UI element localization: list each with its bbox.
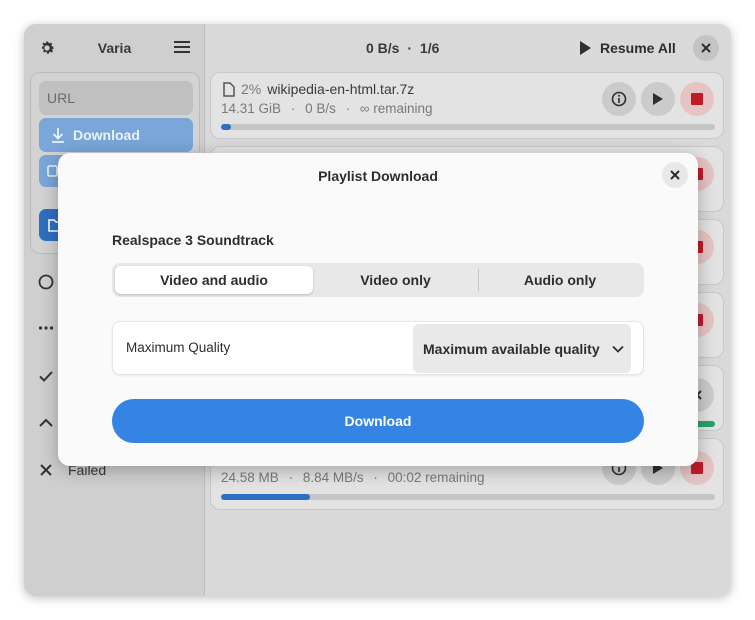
mode-video-and-audio[interactable]: Video and audio [115,266,313,294]
close-icon [40,464,52,476]
play-icon [580,41,591,55]
url-input[interactable]: URL [39,81,193,115]
speed-status: 0 B/s · 1/6 [366,40,440,56]
chevron-up-icon [39,418,53,427]
download-size: 14.31 GiB [221,101,282,116]
download-remaining: ∞ remaining [359,101,433,116]
file-icon [223,81,235,97]
download-meta: 24.58 MB · 8.84 MB/s · 00:02 remaining [221,470,485,485]
ellipsis-icon [38,326,54,330]
quality-label: Maximum Quality [126,340,231,355]
download-meta: 14.31 GiB · 0 B/s · ∞ remaining [221,101,433,116]
dialog-title: Playlist Download [318,168,438,184]
resume-all-label: Resume All [600,40,676,56]
checkmark-icon [39,371,53,382]
download-name-row: 2% wikipedia-en-html.tar.7z [223,81,414,97]
main-header: 0 B/s · 1/6 Resume All [206,24,731,70]
info-button[interactable] [602,82,636,116]
dialog-close-button[interactable] [662,162,688,188]
info-icon [611,91,627,107]
play-icon [653,93,663,105]
download-progress-fill [221,494,310,500]
window-close-button[interactable] [693,35,719,61]
download-filename: wikipedia-en-html.tar.7z [267,81,415,97]
dialog-download-button[interactable]: Download [112,399,644,443]
playlist-name: Realspace 3 Soundtrack [112,232,274,248]
quality-row: Maximum Quality Maximum available qualit… [112,321,644,375]
download-progress-fill [221,124,231,130]
download-item: 2% wikipedia-en-html.tar.7z 14.31 GiB · … [210,72,724,139]
download-icon [52,128,64,143]
download-remaining: 00:02 remaining [387,470,485,485]
resume-all-button[interactable]: Resume All [578,38,676,58]
playlist-download-dialog: Playlist Download Realspace 3 Soundtrack… [58,153,698,466]
download-count: 1/6 [419,40,440,56]
sidebar-header: Varia [24,24,205,70]
download-speed: 8.84 MB/s [302,470,364,485]
download-progress-bar [221,124,715,130]
close-icon [701,43,711,53]
close-icon [670,170,680,180]
chevron-down-icon [611,345,624,353]
stop-button[interactable] [680,82,714,116]
download-size: 24.58 MB [221,470,279,485]
play-button[interactable] [641,82,675,116]
circle-icon [38,274,54,290]
download-percent: 2% [241,81,262,97]
mode-toggle-group: Video and audio Video only Audio only [112,263,644,297]
sidebar-download-button[interactable]: Download [39,118,193,152]
mode-video-only[interactable]: Video only [313,266,478,294]
download-speed: 0 B/s [305,101,336,116]
sidebar-download-label: Download [73,127,140,143]
download-progress-bar [221,494,715,500]
quality-dropdown[interactable]: Maximum available quality [413,324,631,373]
quality-value: Maximum available quality [423,340,600,357]
stop-icon [691,93,703,105]
mode-audio-only[interactable]: Audio only [479,266,641,294]
total-speed: 0 B/s [366,40,400,56]
hamburger-menu-icon[interactable] [174,40,190,54]
